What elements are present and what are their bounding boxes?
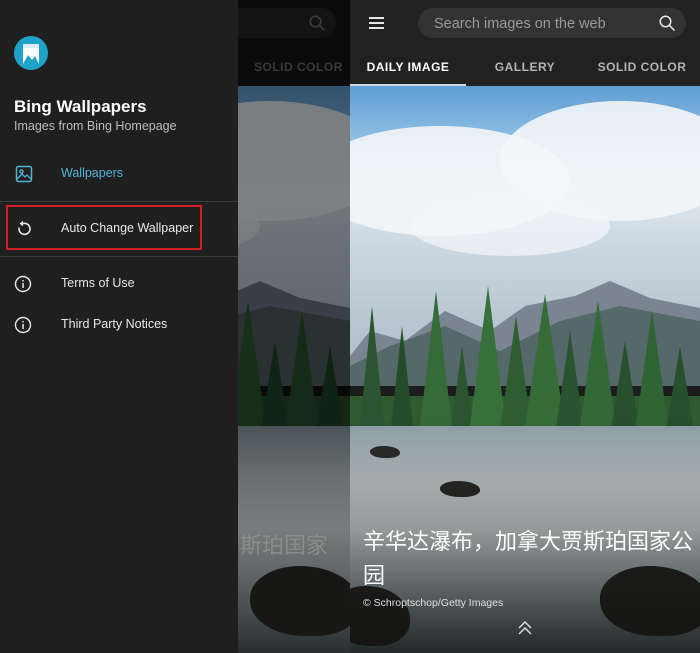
drawer-item-wallpapers[interactable]: Wallpapers [0,152,238,196]
search-icon[interactable] [658,14,676,32]
drawer-divider [0,201,238,202]
left-screen: SOLID COLOR 斯珀国家 Bing Wallpapers Images … [0,0,350,653]
menu-icon[interactable] [364,12,390,36]
chevron-up-icon[interactable] [516,619,534,639]
drawer-item-third-party-notices[interactable]: Third Party Notices [0,303,238,347]
drawer-item-terms-of-use[interactable]: Terms of Use [0,262,238,306]
image-credit: © Schroptschop/Getty Images [363,597,504,609]
tab-bar: DAILY IMAGE GALLERY SOLID COLOR [350,52,700,86]
behind-caption-fragment: 斯珀国家 [240,534,329,559]
app-logo-icon [14,36,48,70]
app-topbar: DAILY IMAGE GALLERY SOLID COLOR [350,0,700,86]
tab-gallery[interactable]: GALLERY [466,52,584,86]
drawer-item-label: Terms of Use [61,276,135,290]
tab-solid-color[interactable]: SOLID COLOR [584,52,700,86]
search-bar[interactable] [418,8,686,40]
drawer-item-label: Wallpapers [61,166,124,180]
tab-daily-image[interactable]: DAILY IMAGE [350,52,466,86]
info-icon [14,275,32,293]
navigation-drawer: Bing Wallpapers Images from Bing Homepag… [0,0,238,653]
info-icon [14,316,32,334]
drawer-item-label: Third Party Notices [61,317,168,331]
right-screen: DAILY IMAGE GALLERY SOLID COLOR [350,0,700,653]
image-caption: 辛华达瀑布，加拿大贾斯珀国家公园 [363,530,694,589]
app-title: Bing Wallpapers [14,97,147,116]
highlight-annotation-box [6,205,202,250]
image-icon [15,165,33,183]
search-input[interactable] [432,8,646,40]
app-subtitle: Images from Bing Homepage [14,119,177,133]
drawer-divider [0,256,238,257]
